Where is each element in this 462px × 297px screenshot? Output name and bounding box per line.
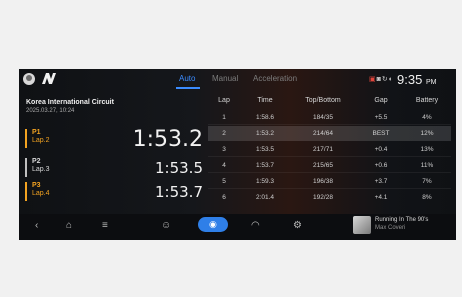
position-label: P2 Lap.3 [32, 158, 50, 174]
cell-gap: +0.6 [374, 162, 388, 169]
position-color-bar [25, 129, 27, 148]
cell-gap: +4.1 [374, 194, 388, 201]
position-time: 1:53.2 [132, 127, 203, 152]
profile-avatar[interactable] [23, 73, 35, 85]
row-divider [208, 124, 451, 125]
active-tab-indicator [176, 87, 200, 89]
menu-icon[interactable]: ≡ [102, 220, 108, 231]
cell-time: 1:53.2 [255, 130, 275, 137]
position-row-p3[interactable]: P3 Lap.4 1:53.7 [25, 182, 203, 204]
clock: 9:35 PM [397, 72, 436, 87]
record-icon: ▣ [369, 76, 377, 83]
cell-top-bottom: 192/28 [313, 194, 333, 201]
column-header-top-bottom: Top/Bottom [305, 97, 341, 104]
cell-time: 2:01.4 [255, 194, 275, 201]
cell-top-bottom: 215/65 [313, 162, 333, 169]
position-time: 1:53.7 [155, 183, 203, 201]
clock-time: 9:35 [397, 72, 423, 87]
cell-lap: 1 [222, 114, 226, 121]
position-label: P1 Lap.2 [32, 129, 50, 145]
cell-lap: 3 [222, 146, 226, 153]
tab-manual[interactable]: Manual [212, 74, 238, 83]
cell-time: 1:59.3 [255, 178, 275, 185]
tab-auto[interactable]: Auto [179, 74, 195, 83]
cell-gap: +3.7 [374, 178, 388, 185]
cell-battery: 11% [420, 162, 434, 169]
cell-time: 1:58.6 [255, 114, 275, 121]
cell-top-bottom: 196/38 [313, 178, 333, 185]
column-header-gap: Gap [374, 97, 388, 104]
clock-ampm: PM [425, 79, 437, 86]
infotainment-screen: Auto Manual Acceleration ▣◙↻◐ 9:35 PM Ko… [19, 69, 456, 240]
table-row[interactable]: 4 1:53.7 215/65 +0.6 11% [208, 158, 451, 173]
table-header: Lap Time Top/Bottom Gap Battery [208, 95, 451, 107]
row-divider [208, 188, 451, 189]
media-title[interactable]: Running In The 90's [375, 217, 428, 223]
cell-battery: 13% [420, 146, 434, 153]
track-icon: ◉ [209, 219, 217, 229]
gauge-icon[interactable]: ◠ [251, 220, 260, 231]
tab-acceleration[interactable]: Acceleration [253, 74, 297, 83]
position-color-bar [25, 158, 27, 177]
row-divider [208, 172, 451, 173]
row-divider [208, 156, 451, 157]
bottom-nav-bar: ‹ ⌂ ≡ ☺ ◉ ◠ ⚙ Running In The 90's Max Co… [19, 214, 456, 240]
settings-icon[interactable]: ⚙ [293, 220, 302, 231]
cell-time: 1:53.5 [255, 146, 275, 153]
back-icon[interactable]: ‹ [35, 220, 38, 231]
position-lap: Lap.4 [32, 190, 50, 197]
media-artist: Max Coveri [375, 225, 406, 231]
position-row-p1[interactable]: P1 Lap.2 1:53.2 [25, 127, 203, 152]
cell-top-bottom: 217/71 [313, 146, 333, 153]
table-row[interactable]: 6 2:01.4 192/28 +4.1 8% [208, 190, 451, 205]
night-mode-icon: ◐ [388, 76, 394, 83]
table-row[interactable]: 3 1:53.5 217/71 +0.4 13% [208, 142, 451, 157]
cell-lap: 5 [222, 178, 226, 185]
cell-lap: 2 [222, 130, 226, 137]
cell-top-bottom: 214/64 [313, 130, 333, 137]
column-header-battery: Battery [415, 97, 439, 104]
table-row[interactable]: 1 1:58.6 184/35 +5.5 4% [208, 110, 451, 125]
cell-top-bottom: 184/35 [313, 114, 333, 121]
position-number: P3 [32, 182, 41, 189]
cell-gap: +5.5 [374, 114, 388, 121]
cell-lap: 6 [222, 194, 226, 201]
cell-battery: 12% [420, 130, 434, 137]
position-lap: Lap.2 [32, 137, 50, 144]
home-icon[interactable]: ⌂ [66, 220, 72, 231]
table-row-best[interactable]: 2 1:53.2 214/64 BEST 12% [208, 126, 451, 141]
album-art[interactable] [353, 216, 371, 234]
cell-lap: 4 [222, 162, 226, 169]
driver-icon[interactable]: ☺ [161, 220, 171, 231]
circuit-name: Korea International Circuit [26, 99, 114, 106]
session-datetime: 2025.03.27, 10:24 [26, 108, 75, 114]
status-icons: ▣◙↻◐ [369, 75, 394, 83]
position-color-bar [25, 182, 27, 201]
cell-battery: 7% [422, 178, 432, 185]
cell-time: 1:53.7 [255, 162, 275, 169]
position-lap: Lap.3 [32, 166, 50, 173]
track-icon-button[interactable]: ◉ [198, 217, 228, 232]
position-number: P2 [32, 158, 41, 165]
cell-battery: 4% [422, 114, 432, 121]
top-bar: Auto Manual Acceleration ▣◙↻◐ 9:35 PM [19, 69, 456, 89]
cell-gap: BEST [372, 130, 390, 137]
position-row-p2[interactable]: P2 Lap.3 1:53.5 [25, 158, 203, 180]
column-header-time: Time [257, 97, 273, 104]
column-header-lap: Lap [218, 97, 230, 104]
cell-battery: 8% [422, 194, 432, 201]
n-brand-logo [42, 73, 56, 84]
position-time: 1:53.5 [155, 159, 203, 177]
sync-icon: ↻ [381, 76, 389, 83]
table-row[interactable]: 5 1:59.3 196/38 +3.7 7% [208, 174, 451, 189]
position-label: P3 Lap.4 [32, 182, 50, 198]
cell-gap: +0.4 [374, 146, 388, 153]
position-number: P1 [32, 129, 41, 136]
